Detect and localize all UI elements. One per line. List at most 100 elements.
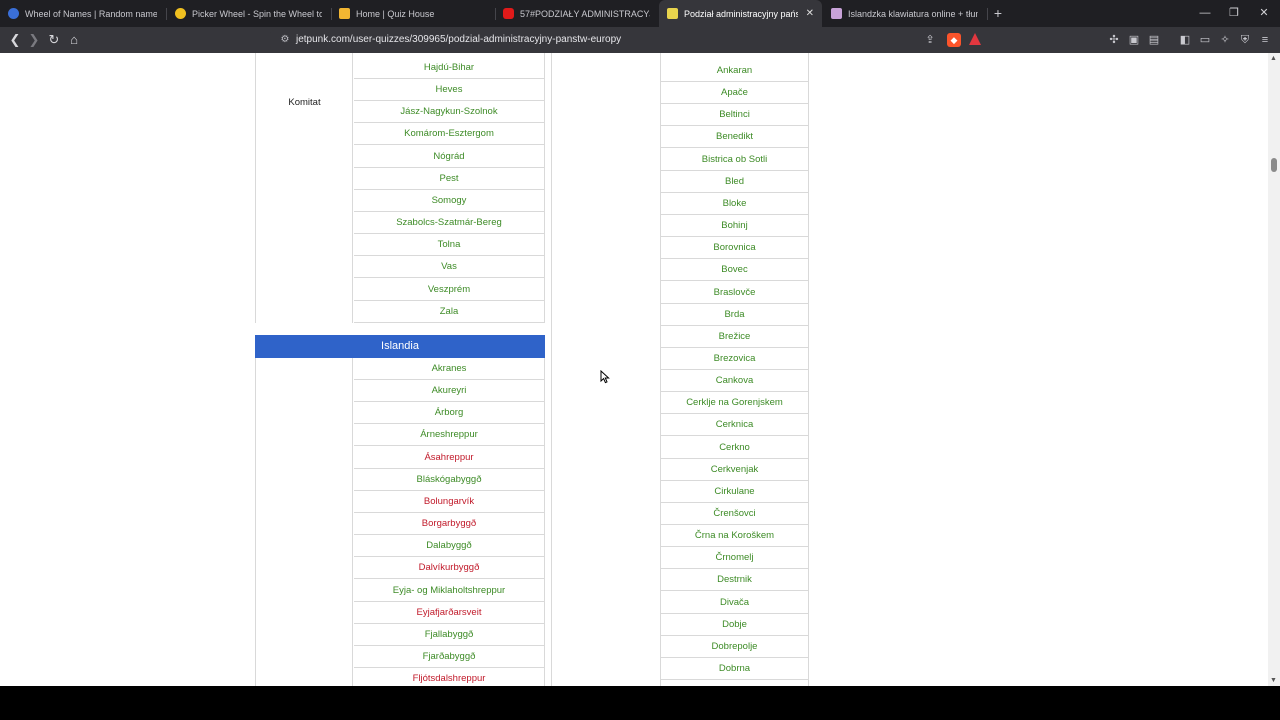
list-item: Akranes bbox=[354, 358, 544, 380]
list-item: Ankaran bbox=[661, 60, 808, 82]
list-item: Borovnica bbox=[661, 237, 808, 260]
tab-podzial-administracyjny[interactable]: Podział administracyjny państw ✕ bbox=[659, 0, 822, 27]
quiz-house-favicon-icon bbox=[339, 8, 350, 19]
list-item: Cerkvenjak bbox=[661, 459, 808, 481]
list-item: Destrnik bbox=[661, 569, 808, 592]
list-item: Cerkno bbox=[661, 437, 808, 459]
sidebar-icon[interactable]: ◧ bbox=[1178, 33, 1192, 47]
list-item: Dobje bbox=[661, 614, 808, 636]
list-item: Brda bbox=[661, 304, 808, 326]
home-icon[interactable]: ⌂ bbox=[66, 32, 82, 48]
list-item: Dobrna bbox=[661, 658, 808, 681]
list-item: Bolungarvík bbox=[354, 491, 544, 513]
wallet-icon[interactable]: ▭ bbox=[1198, 33, 1212, 47]
list-item: Črenšovci bbox=[661, 503, 808, 525]
scroll-up-icon[interactable]: ▲ bbox=[1270, 55, 1277, 62]
browser-toolbar: ❮ ❯ ↻ ⌂ ⚙ jetpunk.com/user-quizzes/30996… bbox=[0, 27, 1280, 53]
tab-wheel-of-names[interactable]: Wheel of Names | Random name pic bbox=[0, 0, 165, 27]
keyboard-favicon-icon bbox=[831, 8, 842, 19]
address-bar[interactable]: ⚙ jetpunk.com/user-quizzes/309965/podzia… bbox=[270, 30, 990, 50]
tab-separator bbox=[987, 8, 988, 20]
section-header-islandia: Islandia bbox=[255, 335, 545, 358]
list-item: Zala bbox=[354, 301, 544, 323]
list-item: Szabolcs-Szatmár-Bereg bbox=[354, 212, 544, 235]
list-item: Črna na Koroškem bbox=[661, 525, 808, 548]
list-item: Bohinj bbox=[661, 215, 808, 238]
list-item: Fjarðabyggð bbox=[354, 646, 544, 668]
list-item: Cankova bbox=[661, 370, 808, 393]
minimize-icon[interactable]: — bbox=[1189, 0, 1221, 27]
vertical-scrollbar[interactable]: ▲ ▼ bbox=[1268, 53, 1280, 686]
list-item: Fjallabyggð bbox=[354, 624, 544, 646]
tab-strip: Wheel of Names | Random name pic Picker … bbox=[0, 0, 1280, 27]
list-item: Bláskógabyggð bbox=[354, 469, 544, 491]
screenshot-icon[interactable]: ▣ bbox=[1127, 33, 1141, 47]
url-text[interactable]: jetpunk.com/user-quizzes/309965/podzial-… bbox=[296, 33, 621, 47]
list-item: Bovec bbox=[661, 259, 808, 282]
list-item: Jász-Nagykun-Szolnok bbox=[354, 101, 544, 124]
extensions-icon[interactable]: ✣ bbox=[1107, 33, 1121, 47]
list-item: Dobrepolje bbox=[661, 636, 808, 658]
hungary-table: Komitat Hajdú-Bihar Heves Jász-Nagykun-Szo… bbox=[255, 53, 545, 323]
list-item: Pest bbox=[354, 168, 544, 190]
scroll-down-icon[interactable]: ▼ bbox=[1270, 677, 1277, 684]
list-item: Dalvíkurbyggð bbox=[354, 557, 544, 580]
tab-quiz-house[interactable]: Home | Quiz House bbox=[331, 0, 494, 27]
forward-icon[interactable]: ❯ bbox=[26, 32, 42, 48]
category-column bbox=[256, 53, 353, 323]
back-icon[interactable]: ❮ bbox=[7, 32, 23, 48]
close-window-icon[interactable]: ✕ bbox=[1248, 0, 1280, 27]
tab-islandzka-klawiatura[interactable]: Islandzka klawiatura online + tłumac bbox=[823, 0, 986, 27]
iceland-table: Akranes Akureyri Árborg Árneshreppur Ásahrep… bbox=[255, 358, 545, 686]
taskbar-area bbox=[0, 686, 1280, 720]
list-item: Cirkulane bbox=[661, 481, 808, 503]
list-item: Apače bbox=[661, 82, 808, 105]
list-item: Eyja- og Miklaholtshreppur bbox=[354, 580, 544, 602]
list-item: Eyjafjarðarsveit bbox=[354, 602, 544, 624]
youtube-favicon-icon bbox=[503, 8, 514, 19]
list-item: Akureyri bbox=[354, 380, 544, 403]
list-item: Árneshreppur bbox=[354, 424, 544, 447]
list-item: Hajdú-Bihar bbox=[354, 57, 544, 79]
jetpunk-favicon-icon bbox=[667, 8, 678, 19]
column-divider bbox=[551, 53, 552, 686]
vpn-icon[interactable]: ⛨ bbox=[1238, 33, 1252, 47]
list-item: Brezovica bbox=[661, 348, 808, 370]
list-item: Benedikt bbox=[661, 126, 808, 149]
list-item: Somogy bbox=[354, 190, 544, 212]
brave-shields-icon[interactable]: ◆ bbox=[947, 33, 961, 47]
list-item: Heves bbox=[354, 79, 544, 102]
close-tab-icon[interactable]: ✕ bbox=[806, 8, 814, 19]
list-item: Dalabyggð bbox=[354, 535, 544, 558]
scrollbar-thumb[interactable] bbox=[1271, 158, 1277, 172]
list-item: Bloke bbox=[661, 193, 808, 215]
list-item: Árborg bbox=[354, 402, 544, 425]
reload-icon[interactable]: ↻ bbox=[46, 32, 62, 48]
tab-picker-wheel[interactable]: Picker Wheel - Spin the Wheel to De bbox=[167, 0, 330, 27]
list-item: Ásahreppur bbox=[354, 447, 544, 469]
mouse-cursor-icon bbox=[600, 370, 610, 384]
maximize-icon[interactable]: ❐ bbox=[1218, 0, 1250, 27]
list-item: Cerknica bbox=[661, 414, 808, 437]
list-item: Tolna bbox=[354, 234, 544, 257]
leo-ai-icon[interactable]: ✧ bbox=[1218, 33, 1232, 47]
reading-list-icon[interactable]: ▤ bbox=[1147, 33, 1161, 47]
page-content: Komitat Hajdú-Bihar Heves Jász-Nagykun-Szo… bbox=[0, 53, 1268, 686]
list-item: Črnomelj bbox=[661, 547, 808, 570]
brave-rewards-icon[interactable] bbox=[969, 33, 981, 45]
list-item: Veszprém bbox=[354, 279, 544, 301]
list-item: Bled bbox=[661, 171, 808, 193]
tab-youtube-podzialy[interactable]: 57#PODZIAŁY ADMINISTRACYJNE EU bbox=[495, 0, 658, 27]
new-tab-icon[interactable]: + bbox=[990, 5, 1006, 21]
wheel-favicon-icon bbox=[8, 8, 19, 19]
list-item: Vas bbox=[354, 256, 544, 279]
site-info-icon[interactable]: ⚙ bbox=[278, 33, 292, 47]
share-icon[interactable]: ⇪ bbox=[923, 33, 937, 47]
list-item: Beltinci bbox=[661, 104, 808, 127]
list-item: Borgarbyggð bbox=[354, 513, 544, 536]
category-label: Komitat bbox=[288, 97, 321, 108]
list-item: Braslovče bbox=[661, 282, 808, 304]
menu-icon[interactable]: ≡ bbox=[1258, 33, 1272, 47]
list-item: Komárom-Esztergom bbox=[354, 123, 544, 146]
list-item: Nógrád bbox=[354, 146, 544, 168]
